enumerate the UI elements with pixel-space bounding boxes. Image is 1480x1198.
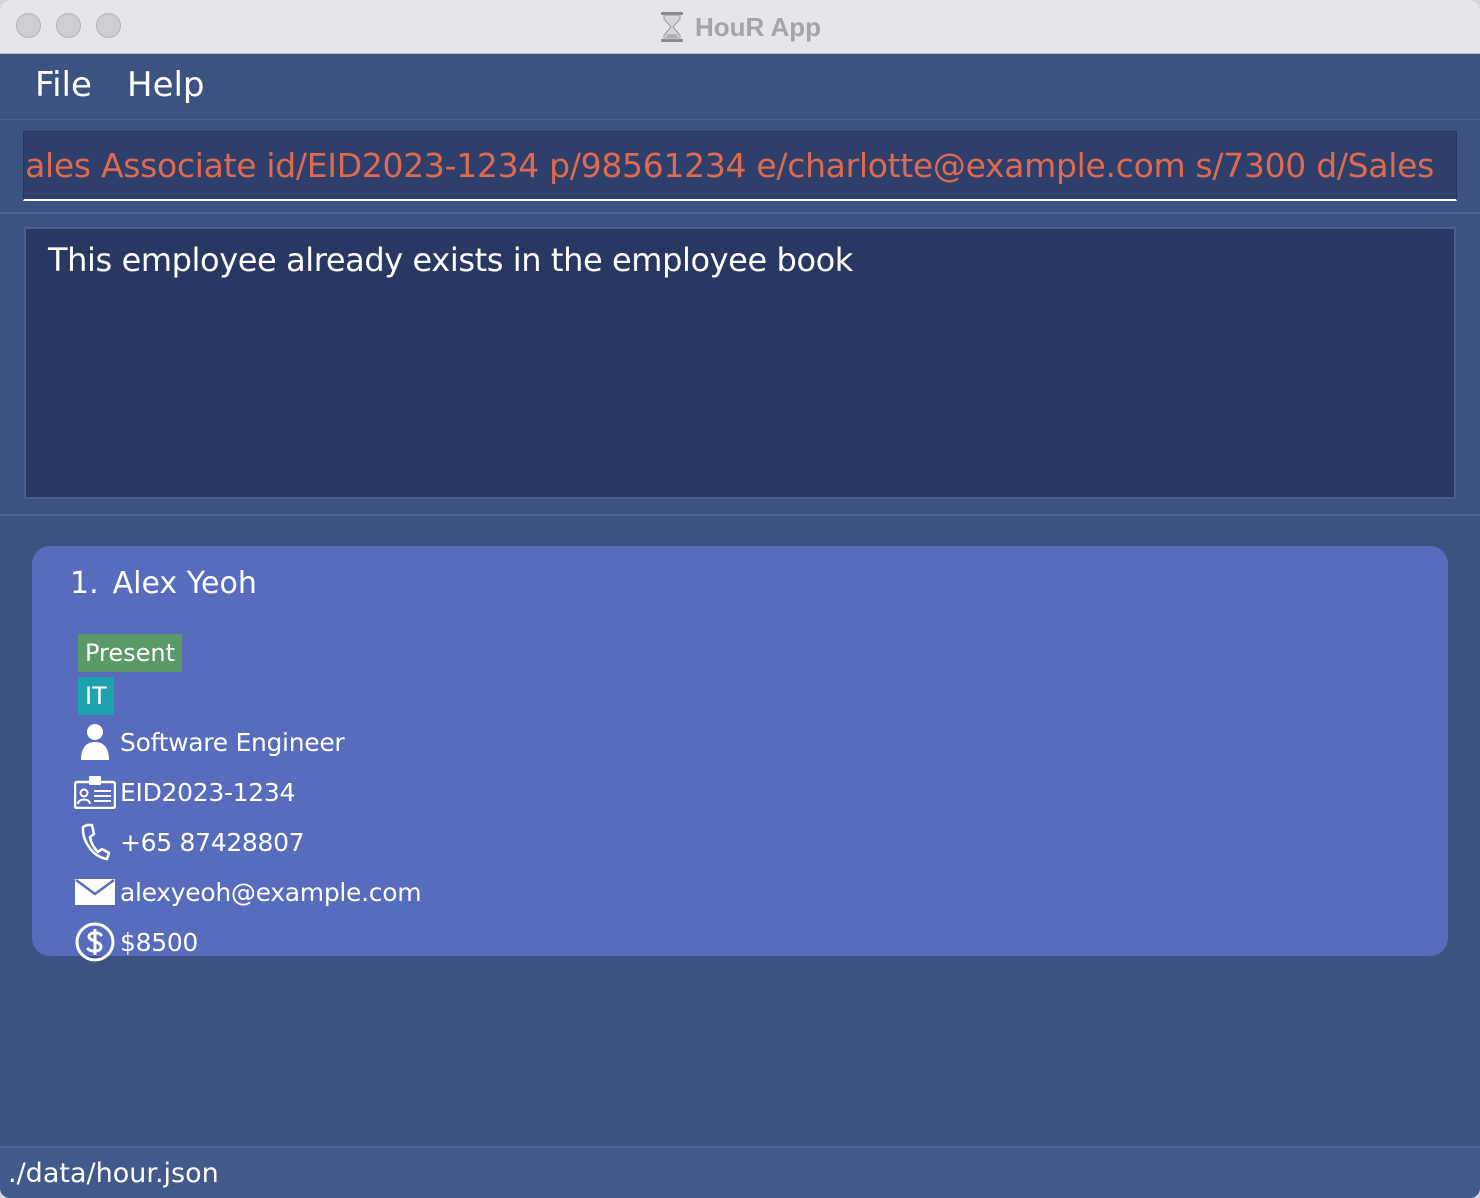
employee-email: alexyeoh@example.com [120,877,422,907]
employee-position: Software Engineer [120,727,345,757]
phone-icon [72,820,118,864]
employee-list[interactable]: 1. Alex Yeoh Present IT Software Engineer [0,518,1480,1146]
employee-salary: $8500 [120,927,199,957]
hourglass-icon [660,12,683,42]
command-input-value: ɔ pos/Sales Associate id/EID2023-1234 p/… [23,146,1434,185]
employee-id-row: EID2023-1234 [72,770,295,814]
email-row: alexyeoh@example.com [72,870,422,914]
command-pane: ɔ pos/Sales Associate id/EID2023-1234 p/… [0,119,1480,214]
result-message: This employee already exists in the empl… [48,241,853,279]
attendance-tag: Present [78,634,183,672]
employee-id: EID2023-1234 [120,777,296,807]
app-window: HouR App File Help ɔ pos/Sales Associate… [0,0,1480,1198]
id-card-icon [72,770,118,814]
employee-name-line: 1. Alex Yeoh [70,566,257,601]
dollar-icon [72,920,118,964]
title-bar: HouR App [0,0,1480,54]
department-tag: IT [78,677,114,715]
window-title: HouR App [694,11,822,42]
window-title-group: HouR App [0,0,1480,54]
result-pane: This employee already exists in the empl… [0,216,1480,516]
employee-card[interactable]: 1. Alex Yeoh Present IT Software Engineer [32,546,1448,962]
command-input[interactable]: ɔ pos/Sales Associate id/EID2023-1234 p/… [23,131,1457,201]
result-display[interactable]: This employee already exists in the empl… [24,227,1456,499]
save-file-path: ./data/hour.json [8,1158,219,1189]
status-bar: ./data/hour.json [0,1146,1480,1198]
employee-name: Alex Yeoh [112,566,257,601]
mail-icon [72,870,118,914]
position-row: Software Engineer [72,720,345,764]
employee-phone: +65 87428807 [120,827,305,857]
menu-help[interactable]: Help [127,65,205,105]
employee-index: 1. [70,566,99,601]
menu-file[interactable]: File [35,65,92,105]
salary-row: $8500 [72,920,198,964]
phone-row: +65 87428807 [72,820,305,864]
person-icon [72,720,118,764]
menu-bar: File Help [0,55,1480,119]
